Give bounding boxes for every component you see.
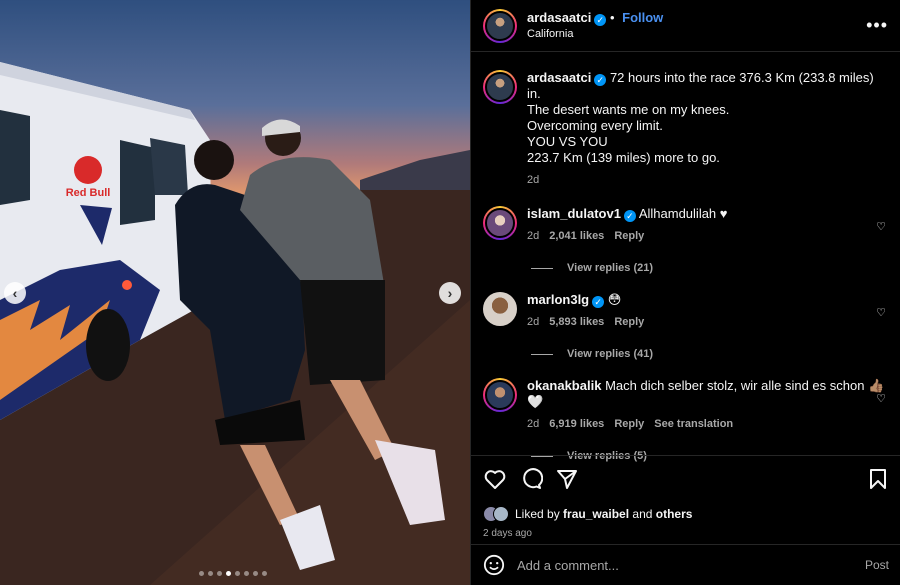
- like-comment-heart-icon[interactable]: ♡: [876, 306, 886, 319]
- comment-likes[interactable]: 5,893 likes: [549, 314, 604, 330]
- view-replies-button[interactable]: View replies (41): [531, 348, 888, 360]
- carousel-dot: [262, 571, 267, 576]
- add-comment-bar: Add a comment... Post: [471, 544, 900, 585]
- reply-button[interactable]: Reply: [614, 314, 644, 330]
- carousel-dot: [235, 571, 240, 576]
- carousel-dot: [217, 571, 222, 576]
- comment-likes[interactable]: 2,041 likes: [549, 228, 604, 244]
- caption: ardasaatci ✓ 72 hours into the race 376.3…: [483, 70, 888, 188]
- commenter-avatar[interactable]: [483, 206, 517, 240]
- verified-badge-icon: ✓: [592, 296, 605, 308]
- carousel-dot: [253, 571, 258, 576]
- more-options-icon[interactable]: •••: [866, 15, 888, 36]
- post-media[interactable]: Red Bull ‹ ›: [0, 0, 470, 585]
- comment-input[interactable]: Add a comment...: [517, 558, 619, 573]
- commenter-username[interactable]: islam_dulatov1: [527, 206, 621, 221]
- carousel-dot: [199, 571, 204, 576]
- comment-age: 2d: [527, 418, 540, 430]
- comment-age: 2d: [527, 230, 540, 242]
- comment-item: okanakbalik Mach dich selber stolz, wir …: [483, 378, 888, 432]
- share-paper-plane-icon[interactable]: [555, 467, 579, 491]
- post-viewer: Red Bull ‹ › ardasaatci ✓ • Follow Calif…: [0, 0, 900, 585]
- comment-age: 2d: [527, 316, 540, 328]
- emoji-smiley-icon[interactable]: [483, 554, 505, 576]
- commenter-username[interactable]: marlon3lg: [527, 292, 589, 307]
- svg-text:Red Bull: Red Bull: [66, 187, 111, 199]
- liked-by-prefix: Liked by: [515, 507, 564, 521]
- post-sidebar: ardasaatci ✓ • Follow California ••• arda…: [470, 0, 900, 585]
- author-username[interactable]: ardasaatci: [527, 10, 591, 25]
- post-actions: Liked by frau_waibel and others 2 days a…: [471, 455, 900, 539]
- carousel-dot: [226, 571, 231, 576]
- reply-button[interactable]: Reply: [614, 228, 644, 244]
- caption-username[interactable]: ardasaatci: [527, 70, 591, 85]
- post-comment-button[interactable]: Post: [865, 558, 889, 572]
- like-comment-heart-icon[interactable]: ♡: [876, 392, 886, 405]
- verified-badge-icon: ✓: [594, 74, 607, 86]
- comment-bubble-icon[interactable]: [519, 467, 543, 491]
- reply-button[interactable]: Reply: [614, 416, 644, 432]
- comment-item: marlon3lg ✓ 😳 2d 5,893 likes Reply ♡: [483, 292, 888, 330]
- liked-by-middle: and: [629, 507, 656, 521]
- liker-avatar: [493, 506, 509, 522]
- liked-by-others-link[interactable]: others: [656, 507, 693, 521]
- post-location[interactable]: California: [527, 26, 663, 42]
- carousel-dot: [244, 571, 249, 576]
- save-bookmark-icon[interactable]: [867, 467, 889, 491]
- post-header: ardasaatci ✓ • Follow California •••: [471, 0, 900, 52]
- post-photo: Red Bull: [0, 62, 470, 585]
- carousel-dot: [208, 571, 213, 576]
- comment-text: Allhamdulilah ♥: [638, 206, 728, 221]
- commenter-avatar[interactable]: [483, 378, 517, 412]
- carousel-indicator: [199, 571, 267, 576]
- verified-badge-icon: ✓: [594, 13, 607, 26]
- follow-button[interactable]: Follow: [622, 10, 663, 25]
- see-translation-button[interactable]: See translation: [654, 416, 733, 432]
- post-date[interactable]: 2 days ago: [483, 528, 889, 539]
- commenter-username[interactable]: okanakbalik: [527, 378, 601, 393]
- author-avatar[interactable]: [483, 70, 517, 104]
- view-replies-button[interactable]: View replies (21): [531, 262, 888, 274]
- comment-item: islam_dulatov1 ✓ Allhamdulilah ♥ 2d 2,041 …: [483, 206, 888, 244]
- previous-slide-button[interactable]: ‹: [4, 282, 26, 304]
- comment-likes[interactable]: 6,919 likes: [549, 416, 604, 432]
- comments-list: ardasaatci ✓ 72 hours into the race 376.3…: [471, 70, 900, 462]
- commenter-avatar[interactable]: [483, 292, 517, 326]
- author-avatar[interactable]: [483, 8, 517, 43]
- liker-username[interactable]: frau_waibel: [563, 507, 629, 521]
- separator-dot: •: [609, 9, 615, 25]
- comment-text: 😳: [607, 292, 622, 307]
- verified-badge-icon: ✓: [623, 210, 636, 222]
- like-heart-icon[interactable]: [483, 467, 507, 491]
- caption-age: 2d: [527, 174, 540, 186]
- next-slide-button[interactable]: ›: [439, 282, 461, 304]
- like-comment-heart-icon[interactable]: ♡: [876, 220, 886, 233]
- likes-summary: Liked by frau_waibel and others: [483, 506, 889, 522]
